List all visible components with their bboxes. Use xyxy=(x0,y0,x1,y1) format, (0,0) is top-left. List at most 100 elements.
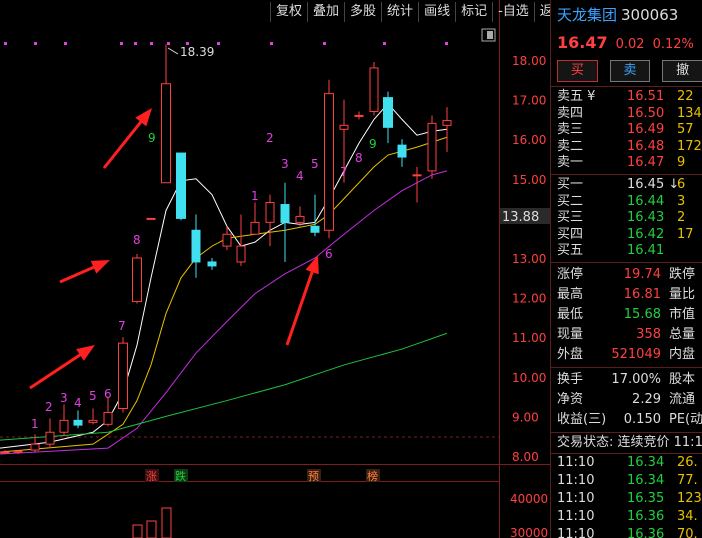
toolbar-btn-4[interactable]: 画线 xyxy=(418,2,455,22)
candle[interactable] xyxy=(0,451,10,454)
tick-volume: 26. xyxy=(677,454,698,470)
signal-dot xyxy=(323,42,326,45)
event-tag[interactable]: 跌 xyxy=(175,469,186,483)
bid-label: 买五 xyxy=(557,243,584,259)
volume-bar[interactable] xyxy=(161,507,172,538)
toolbar-btn-0[interactable]: 复权 xyxy=(270,2,307,22)
bid-levels: 买一 16.45 ↓ 6 买二 16.44 3 买三 16.43 2 买四 16.42 17 买五 16.… xyxy=(551,175,702,262)
toolbar-btn-1[interactable]: 叠加 xyxy=(307,2,344,22)
window-toggle-icon-inner xyxy=(487,31,493,39)
bid-row[interactable]: 买一 16.45 ↓ 6 xyxy=(551,177,702,194)
stat-value: 19.74 xyxy=(623,266,661,282)
ask-row[interactable]: 卖一 16.47 9 xyxy=(551,155,702,172)
candle[interactable] xyxy=(310,225,320,233)
stat-label: 收益(三) xyxy=(557,411,607,427)
candle[interactable] xyxy=(236,245,246,263)
sequence-count: 9 xyxy=(369,137,377,151)
toolbar-btn-2[interactable]: 多股 xyxy=(344,2,381,22)
stat-row: 最高 16.81 量比 xyxy=(551,285,702,305)
ask-row[interactable]: 卖三 16.49 57 xyxy=(551,122,702,139)
candle[interactable] xyxy=(146,217,156,220)
candle[interactable] xyxy=(132,257,142,303)
y-axis-label: 11.00 xyxy=(512,331,546,345)
candle[interactable] xyxy=(324,93,334,231)
signal-dot xyxy=(217,42,220,45)
y-axis-label: 13.00 xyxy=(512,252,546,266)
toolbar-btn-6[interactable]: -自选 xyxy=(492,2,534,22)
candle[interactable] xyxy=(383,97,393,128)
stock-header[interactable]: 天龙集团 300063 xyxy=(551,0,702,30)
sequence-count: 6 xyxy=(104,387,112,401)
stock-code: 300063 xyxy=(621,6,679,24)
toolbar-btn-5[interactable]: 标记 xyxy=(455,2,492,22)
candle[interactable] xyxy=(265,202,275,223)
candle[interactable] xyxy=(161,83,171,184)
cancel-order-button[interactable]: 撤 xyxy=(662,60,702,82)
candle[interactable] xyxy=(30,443,40,451)
candle[interactable] xyxy=(45,431,55,445)
sequence-count: 9 xyxy=(148,131,156,145)
ask-price: 16.50 xyxy=(627,105,665,121)
candle[interactable] xyxy=(13,450,23,453)
volume-bar[interactable] xyxy=(132,524,143,538)
candle[interactable] xyxy=(412,174,422,177)
candle[interactable] xyxy=(191,229,201,263)
candle[interactable] xyxy=(88,419,98,423)
candle[interactable] xyxy=(442,120,452,126)
candle[interactable] xyxy=(280,204,290,223)
trade-buttons: 买 卖 撤 xyxy=(551,56,702,86)
bid-row[interactable]: 买三 16.43 2 xyxy=(551,210,702,227)
candle[interactable] xyxy=(222,233,232,247)
y-axis-label: 18.00 xyxy=(512,54,546,68)
bid-price: 16.44 xyxy=(627,193,665,209)
y-axis-label: 8.00 xyxy=(512,450,539,464)
tick-row: 11:10 16.36 34. xyxy=(551,508,702,526)
stat-right-label: 股本 xyxy=(669,371,696,387)
candle[interactable] xyxy=(295,215,305,223)
tick-time: 11:10 xyxy=(557,490,595,506)
chart-toolbar: 复权叠加多股统计画线标记-自选返回 xyxy=(270,2,572,24)
stat-value: 521049 xyxy=(611,346,661,362)
tick-row: 11:10 16.35 123. xyxy=(551,490,702,508)
kline-chart[interactable]: 18.0017.0016.0015.0014.0013.0012.0011.00… xyxy=(0,0,550,538)
current-price-label: 13.88 xyxy=(502,210,539,225)
candle[interactable] xyxy=(176,152,186,219)
candle[interactable] xyxy=(369,67,379,112)
ask-price: 16.49 xyxy=(627,122,665,138)
ask-row[interactable]: 卖五 ¥ 16.51 22 xyxy=(551,89,702,106)
candle[interactable] xyxy=(118,342,128,409)
tick-price: 16.36 xyxy=(627,508,665,524)
event-tag[interactable]: 预 xyxy=(308,470,319,483)
bid-row[interactable]: 买五 16.41 xyxy=(551,243,702,260)
stock-name: 天龙集团 xyxy=(557,6,618,24)
tick-price: 16.34 xyxy=(627,472,665,488)
toolbar-btn-3[interactable]: 统计 xyxy=(381,2,418,22)
sell-button[interactable]: 卖 xyxy=(609,60,651,82)
candle[interactable] xyxy=(73,419,83,426)
candle[interactable] xyxy=(339,124,349,130)
buy-button[interactable]: 买 xyxy=(557,60,598,82)
tick-price: 16.34 xyxy=(627,454,665,470)
candle[interactable] xyxy=(397,144,407,158)
tick-price: 16.35 xyxy=(627,490,665,506)
candle[interactable] xyxy=(354,114,364,117)
tick-list[interactable]: 11:10 16.34 26. 11:10 16.34 77. 11:10 16.35 123.… xyxy=(551,454,702,538)
stat-right-label: 跌停 xyxy=(669,266,696,282)
y-axis-label: 9.00 xyxy=(512,410,539,424)
tick-row: 11:10 16.34 26. xyxy=(551,454,702,472)
candle[interactable] xyxy=(59,419,69,433)
candle[interactable] xyxy=(250,221,260,235)
annotation-arrow xyxy=(29,350,86,390)
ask-row[interactable]: 卖四 16.50 134 xyxy=(551,106,702,123)
stat-value: 358 xyxy=(636,326,661,342)
candle[interactable] xyxy=(207,261,217,267)
event-tag[interactable]: 榜 xyxy=(367,469,378,483)
tick-time: 11:10 xyxy=(557,472,595,488)
volume-bar[interactable] xyxy=(146,520,157,538)
ask-row[interactable]: 卖二 16.48 172 xyxy=(551,139,702,156)
bid-row[interactable]: 买四 16.42 17 xyxy=(551,227,702,244)
event-tag[interactable]: 涨 xyxy=(146,470,157,483)
candle[interactable] xyxy=(427,122,437,172)
candle[interactable] xyxy=(103,411,113,425)
bid-row[interactable]: 买二 16.44 3 xyxy=(551,194,702,211)
